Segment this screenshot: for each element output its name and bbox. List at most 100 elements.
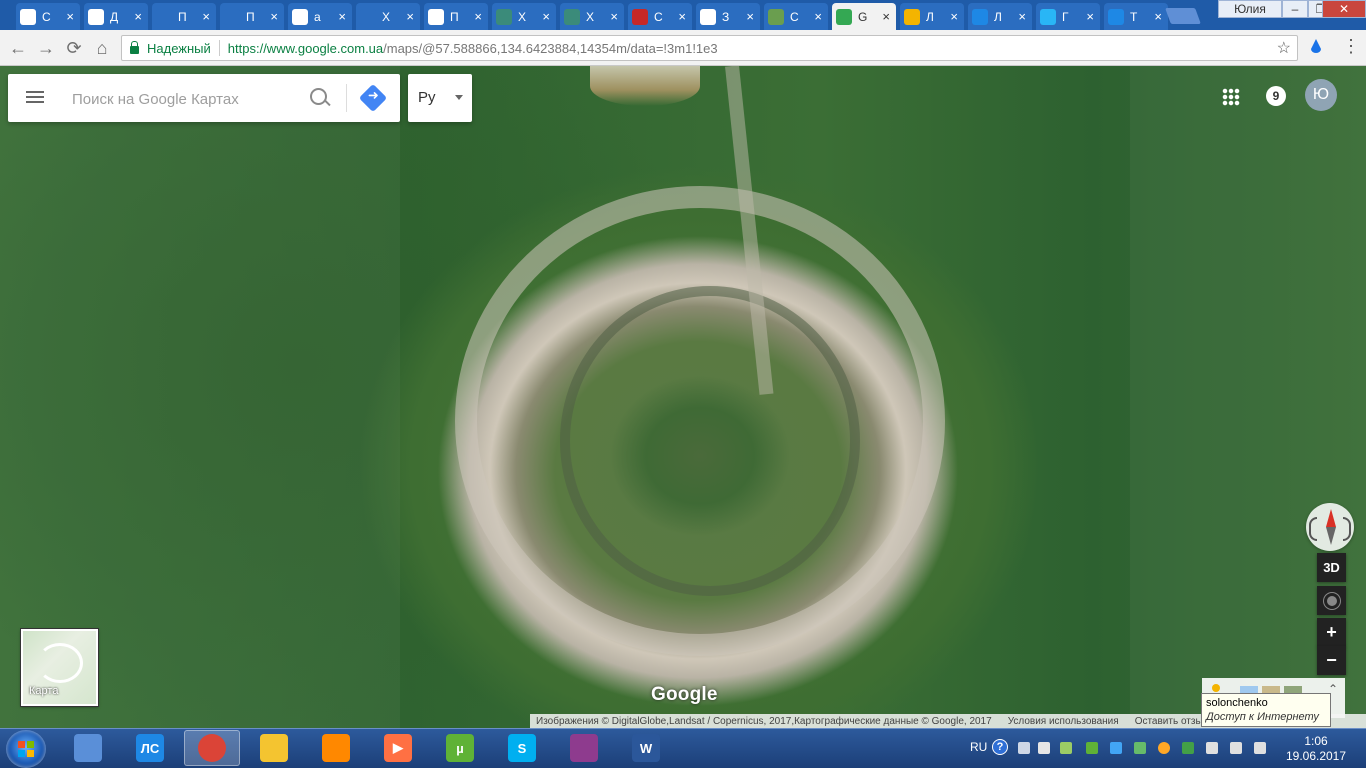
taskbar-lingvo[interactable]: ЛС xyxy=(122,730,178,766)
tab-close-icon[interactable]: × xyxy=(338,9,346,24)
map-type-toggle[interactable]: Карта xyxy=(20,628,99,707)
system-clock[interactable]: 1:06 19.06.2017 xyxy=(1280,734,1352,764)
earth-icon xyxy=(1108,8,1124,25)
home-button[interactable]: ⌂ xyxy=(92,38,112,58)
profile-button[interactable]: Юлия xyxy=(1218,0,1282,18)
tab-close-icon[interactable]: × xyxy=(678,9,686,24)
tab-close-icon[interactable]: × xyxy=(882,9,890,24)
search-icon[interactable] xyxy=(310,88,327,105)
my-location-button[interactable] xyxy=(1317,586,1346,615)
browser-tab[interactable]: П × xyxy=(152,3,216,30)
taskbar-explorer[interactable] xyxy=(246,730,302,766)
tray-app-icon[interactable] xyxy=(1158,742,1170,754)
extension-drop-icon[interactable] xyxy=(1308,38,1324,54)
tooltip-network-status: Доступ к Интернету xyxy=(1206,711,1319,723)
language-select[interactable]: Ру xyxy=(408,74,472,122)
browser-tab[interactable]: Х × xyxy=(560,3,624,30)
start-button[interactable] xyxy=(6,730,46,768)
help-icon[interactable]: ? xyxy=(992,739,1008,755)
tab-close-icon[interactable]: × xyxy=(270,9,278,24)
bookmark-star-icon[interactable]: ☆ xyxy=(1277,38,1291,58)
terms-link[interactable]: Условия использования xyxy=(1008,716,1119,727)
tray-arrow-icon[interactable] xyxy=(1018,742,1030,754)
tab-close-icon[interactable]: × xyxy=(474,9,482,24)
tab-close-icon[interactable]: × xyxy=(1086,9,1094,24)
url-path: /maps/@57.588866,134.6423884,14354m/data… xyxy=(383,40,718,56)
zoom-out-button[interactable]: − xyxy=(1317,646,1346,675)
close-window-button[interactable]: ✕ xyxy=(1322,0,1366,18)
tab-close-icon[interactable]: × xyxy=(610,9,618,24)
address-bar[interactable]: Надежный https://www.google.com.ua /maps… xyxy=(121,35,1298,61)
browser-tab[interactable]: Г × xyxy=(1036,3,1100,30)
taskbar-chrome[interactable] xyxy=(184,730,240,766)
tab-close-icon[interactable]: × xyxy=(542,9,550,24)
tray-app-icon[interactable] xyxy=(1134,742,1146,754)
pegman-icon[interactable] xyxy=(1210,684,1222,705)
zoom-in-button[interactable]: + xyxy=(1317,618,1346,647)
browser-menu-icon[interactable]: ⋮ xyxy=(1342,36,1360,56)
tray-app-icon[interactable] xyxy=(1060,742,1072,754)
reload-button[interactable]: ⟳ xyxy=(64,38,84,58)
browser-tab[interactable]: С × xyxy=(628,3,692,30)
account-avatar[interactable]: Ю xyxy=(1305,79,1337,111)
tab-close-icon[interactable]: × xyxy=(1018,9,1026,24)
browser-tab[interactable]: Л × xyxy=(900,3,964,30)
feedback-link[interactable]: Оставить отзыв xyxy=(1135,716,1208,727)
browser-tab[interactable]: П × xyxy=(220,3,284,30)
tray-app-icon[interactable] xyxy=(1110,742,1122,754)
hamburger-menu-icon[interactable] xyxy=(26,91,44,93)
minimize-button[interactable]: – xyxy=(1282,0,1308,18)
compass-control[interactable] xyxy=(1306,503,1354,551)
action-center-flag-icon[interactable] xyxy=(1038,742,1050,754)
directions-icon[interactable] xyxy=(358,83,388,113)
tab-close-icon[interactable]: × xyxy=(746,9,754,24)
wave-icon xyxy=(1040,8,1056,25)
forward-button[interactable]: → xyxy=(36,38,56,58)
taskbar-vlc[interactable] xyxy=(308,730,364,766)
browser-tab[interactable]: Х × xyxy=(492,3,556,30)
satellite-map[interactable]: Ру 9 Ю 3D + − Карта Google ⌃ Изображения… xyxy=(0,66,1366,728)
input-language[interactable]: RU xyxy=(970,740,987,754)
taskbar-utorrent[interactable]: µ xyxy=(432,730,488,766)
browser-tab[interactable]: П × xyxy=(424,3,488,30)
url-host: https://www.google.com.ua xyxy=(227,40,384,56)
network-signal-icon[interactable] xyxy=(1206,742,1218,754)
url-separator xyxy=(218,40,220,56)
back-button[interactable]: ← xyxy=(8,38,28,58)
new-tab-button[interactable] xyxy=(1165,8,1201,24)
utorrent-tray-icon[interactable] xyxy=(1086,742,1098,754)
browser-tab[interactable]: Х × xyxy=(356,3,420,30)
browser-tab[interactable]: С × xyxy=(764,3,828,30)
taskbar-skype[interactable]: S xyxy=(494,730,550,766)
tab-close-icon[interactable]: × xyxy=(1154,9,1162,24)
tab-close-icon[interactable]: × xyxy=(950,9,958,24)
tab-close-icon[interactable]: × xyxy=(406,9,414,24)
rotate-right-icon[interactable] xyxy=(1343,517,1351,541)
apps-grid-icon[interactable] xyxy=(1222,88,1240,106)
tab-title: Т xyxy=(1130,9,1138,24)
3d-toggle-button[interactable]: 3D xyxy=(1317,553,1346,582)
browser-tab[interactable]: С × xyxy=(16,3,80,30)
taskbar-winrar[interactable] xyxy=(556,730,612,766)
browser-tab[interactable]: Т × xyxy=(1104,3,1168,30)
volume-icon[interactable] xyxy=(1254,742,1266,754)
browser-tab[interactable]: G × xyxy=(832,3,896,30)
tab-close-icon[interactable]: × xyxy=(134,9,142,24)
taskbar-word[interactable]: W xyxy=(618,730,674,766)
browser-tab[interactable]: З × xyxy=(696,3,760,30)
notifications-badge[interactable]: 9 xyxy=(1266,86,1286,106)
browser-tab[interactable]: Д × xyxy=(84,3,148,30)
tab-close-icon[interactable]: × xyxy=(66,9,74,24)
taskbar-media-player[interactable]: ▶ xyxy=(370,730,426,766)
tab-close-icon[interactable]: × xyxy=(202,9,210,24)
security-shield-icon[interactable] xyxy=(1182,742,1194,754)
taskbar-photo-viewer[interactable] xyxy=(60,730,116,766)
battery-icon[interactable] xyxy=(1230,742,1242,754)
diamond-icon xyxy=(972,8,988,25)
rotate-left-icon[interactable] xyxy=(1309,517,1317,541)
tab-title: Л xyxy=(926,9,934,24)
browser-tab[interactable]: Л × xyxy=(968,3,1032,30)
tab-close-icon[interactable]: × xyxy=(814,9,822,24)
search-input[interactable] xyxy=(70,86,304,112)
browser-tab[interactable]: а × xyxy=(288,3,352,30)
